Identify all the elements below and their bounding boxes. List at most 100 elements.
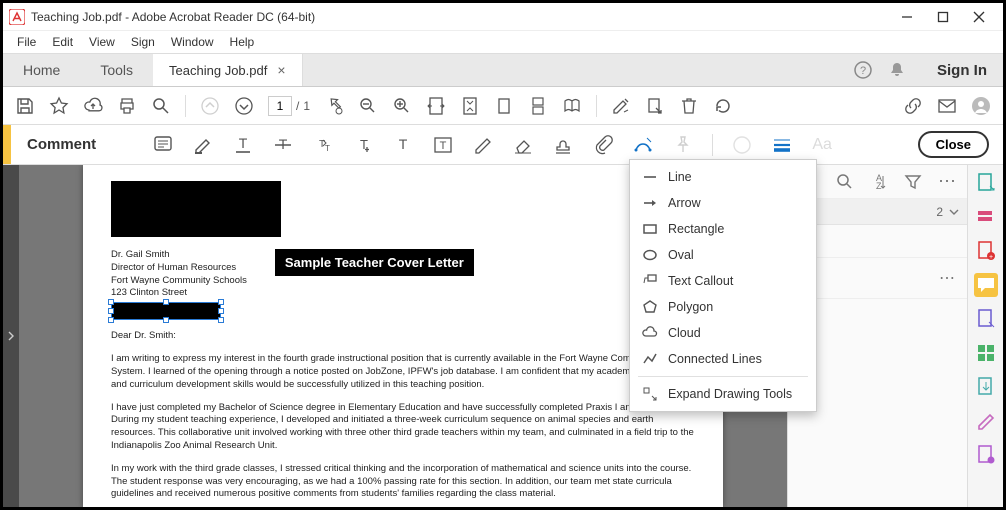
menu-file[interactable]: File [11, 33, 42, 51]
close-comment-button[interactable]: Close [918, 131, 989, 158]
dropdown-polygon[interactable]: Polygon [630, 294, 816, 320]
panel-more-icon[interactable]: ⋯ [937, 172, 957, 192]
insert-text-icon[interactable]: T [352, 134, 374, 156]
redaction-block-1 [111, 181, 281, 237]
email-icon[interactable] [937, 96, 957, 116]
page-up-icon[interactable] [200, 96, 220, 116]
account-icon[interactable] [971, 96, 991, 116]
pencil-icon[interactable] [472, 134, 494, 156]
panel-filter-icon[interactable] [903, 172, 923, 192]
fit-page-icon[interactable] [460, 96, 480, 116]
title-banner: Sample Teacher Cover Letter [275, 249, 474, 276]
tab-home[interactable]: Home [3, 54, 80, 86]
edit-pdf-icon[interactable]: + [974, 239, 998, 263]
stamp-icon[interactable] [552, 134, 574, 156]
attachment-icon[interactable] [592, 134, 614, 156]
star-icon[interactable] [49, 96, 69, 116]
panel-sort-icon[interactable]: AZ [869, 172, 889, 192]
share-link-icon[interactable] [903, 96, 923, 116]
bell-icon[interactable] [887, 60, 907, 80]
page-view-icon[interactable] [494, 96, 514, 116]
eraser-icon[interactable] [512, 134, 534, 156]
connected-lines-icon [642, 351, 658, 367]
sticky-note-icon[interactable] [152, 134, 174, 156]
selected-redaction-rect[interactable] [111, 302, 221, 320]
comment-item-more-icon[interactable]: ⋯ [939, 268, 957, 288]
close-tab-icon[interactable]: × [277, 62, 285, 78]
tab-tools[interactable]: Tools [80, 54, 153, 86]
comment-tool-icon[interactable] [974, 273, 998, 297]
window-maximize-button[interactable] [925, 3, 961, 30]
window-minimize-button[interactable] [889, 3, 925, 30]
svg-text:T: T [325, 144, 330, 153]
address-block: Dr. Gail Smith Director of Human Resourc… [111, 249, 247, 320]
left-nav-strip[interactable] [3, 165, 19, 507]
svg-text:T: T [440, 140, 447, 152]
create-pdf-icon[interactable] [974, 171, 998, 195]
find-icon[interactable] [151, 96, 171, 116]
underline-icon[interactable]: T [232, 134, 254, 156]
comment-count: 2 [936, 205, 943, 219]
dropdown-cloud[interactable]: Cloud [630, 320, 816, 346]
zoom-out-icon[interactable] [358, 96, 378, 116]
text-box-icon[interactable]: T [432, 134, 454, 156]
svg-text:T: T [239, 135, 248, 151]
dropdown-expand-tools[interactable]: Expand Drawing Tools [630, 381, 816, 407]
print-icon[interactable] [117, 96, 137, 116]
read-mode-icon[interactable] [562, 96, 582, 116]
rotate-icon[interactable] [713, 96, 733, 116]
window-close-button[interactable] [961, 3, 997, 30]
drawing-tools-dropdown-icon[interactable] [632, 134, 654, 156]
scroll-view-icon[interactable] [528, 96, 548, 116]
comment-accent-bar [3, 125, 11, 164]
dropdown-oval[interactable]: Oval [630, 242, 816, 268]
strikethrough-icon[interactable]: T [272, 134, 294, 156]
dropdown-arrow[interactable]: Arrow [630, 190, 816, 216]
highlight-icon[interactable] [192, 134, 214, 156]
export-icon[interactable] [645, 96, 665, 116]
selection-tool-icon[interactable] [324, 96, 344, 116]
tab-file-active[interactable]: Teaching Job.pdf × [153, 54, 302, 86]
page-down-icon[interactable] [234, 96, 254, 116]
protect-icon[interactable] [974, 443, 998, 467]
left-strip-handle-icon[interactable] [7, 330, 15, 342]
page-total: 1 [303, 99, 310, 113]
acrobat-app-icon [9, 9, 25, 25]
menu-view[interactable]: View [83, 33, 121, 51]
replace-text-icon[interactable]: TT [312, 134, 334, 156]
help-icon[interactable]: ? [853, 60, 873, 80]
page-current-input[interactable] [268, 96, 292, 116]
zoom-in-icon[interactable] [392, 96, 412, 116]
dropdown-rectangle[interactable]: Rectangle [630, 216, 816, 242]
cloud-upload-icon[interactable] [83, 96, 103, 116]
save-icon[interactable] [15, 96, 35, 116]
text-style-icon[interactable]: Aa [811, 134, 833, 156]
panel-search-icon[interactable] [835, 172, 855, 192]
edit-tool-icon[interactable] [611, 96, 631, 116]
menu-sign[interactable]: Sign [125, 33, 161, 51]
paragraph-2: I have just completed my Bachelor of Sci… [111, 402, 695, 453]
sign-in-button[interactable]: Sign In [921, 54, 1003, 86]
chevron-down-icon[interactable] [949, 207, 959, 217]
menu-edit[interactable]: Edit [46, 33, 79, 51]
combine-files-icon[interactable] [974, 205, 998, 229]
dropdown-connected-lines[interactable]: Connected Lines [630, 346, 816, 372]
oval-shape-icon [642, 247, 658, 263]
window-title: Teaching Job.pdf - Adobe Acrobat Reader … [31, 10, 889, 24]
color-picker-icon[interactable] [731, 134, 753, 156]
menu-window[interactable]: Window [165, 33, 220, 51]
export-pdf-icon[interactable] [974, 375, 998, 399]
menu-help[interactable]: Help [224, 33, 261, 51]
fill-sign-icon[interactable] [974, 307, 998, 331]
page-sep: / [296, 99, 299, 113]
delete-icon[interactable] [679, 96, 699, 116]
dropdown-text-callout[interactable]: Text Callout [630, 268, 816, 294]
organize-icon[interactable] [974, 341, 998, 365]
sign-tool-icon[interactable] [974, 409, 998, 433]
line-thickness-icon[interactable] [771, 134, 793, 156]
fit-width-icon[interactable] [426, 96, 446, 116]
text-comment-icon[interactable]: T [392, 134, 414, 156]
arrow-shape-icon [642, 195, 658, 211]
pin-icon[interactable] [672, 134, 694, 156]
dropdown-line[interactable]: Line [630, 164, 816, 190]
